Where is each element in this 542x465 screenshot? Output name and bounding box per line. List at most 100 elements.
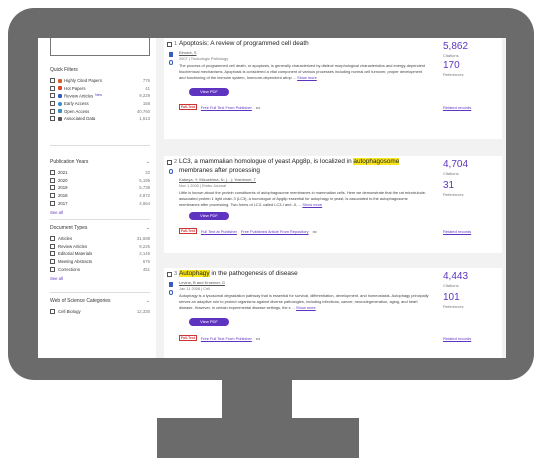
checkbox[interactable] <box>50 185 55 191</box>
view-pdf-button[interactable]: View PDF <box>189 88 229 96</box>
citations-count[interactable]: 4,704 <box>443 159 468 170</box>
checkbox[interactable] <box>50 177 55 183</box>
open-access-icon <box>169 290 173 295</box>
document-icon <box>58 93 62 98</box>
see-all-doc-types-link[interactable]: See all <box>50 276 150 284</box>
open-access-icon <box>169 60 173 65</box>
show-more-link[interactable]: Show more <box>296 305 316 310</box>
see-all-years-link[interactable]: See all <box>50 210 150 218</box>
document-types-section: Document Types ⌄ Articles 31,698 Review Ar… <box>50 219 150 284</box>
quick-filters-section: Quick Filters Highly Cited Papers 776 Hot… <box>50 67 150 123</box>
new-badge: New <box>95 93 102 98</box>
full-text-link[interactable]: Full Text at Publisher <box>201 229 237 234</box>
trophy-icon <box>58 78 62 83</box>
result-authors[interactable]: Elmore, S <box>179 50 197 55</box>
publication-years-header[interactable]: Publication Years ⌄ <box>50 159 150 169</box>
repository-link[interactable]: Free Published Article From Repository <box>241 229 309 234</box>
chevron-down-icon: ⌄ <box>145 225 150 231</box>
select-checkbox[interactable] <box>167 41 172 47</box>
document-types-header[interactable]: Document Types ⌄ <box>50 225 150 235</box>
full-text-link[interactable]: Free Full Text From Publisher <box>201 105 252 110</box>
checkbox[interactable] <box>50 93 55 99</box>
checkbox[interactable] <box>50 78 55 84</box>
search-within-input[interactable] <box>50 38 150 56</box>
result-index: 3 <box>167 271 177 277</box>
filter-year[interactable]: 2020 5,195 <box>50 177 150 185</box>
filter-year[interactable]: 2017 4,664 <box>50 199 150 207</box>
result-index: 1 <box>167 41 177 47</box>
filter-early-access[interactable]: Early Access 158 <box>50 100 150 108</box>
full-text-link[interactable]: Free Full Text From Publisher <box>201 336 252 341</box>
filter-associated-data[interactable]: Associated Data 1,513 <box>50 115 150 123</box>
chevron-down-icon: ⌄ <box>145 159 150 165</box>
select-checkbox[interactable] <box>167 271 172 277</box>
references-count[interactable]: 31 <box>443 180 454 191</box>
citations-count[interactable]: 4,443 <box>443 271 468 282</box>
filter-doc-type[interactable]: Review Articles 9,226 <box>50 243 150 251</box>
filter-category[interactable]: Cell Biology 12,330 <box>50 308 150 316</box>
view-pdf-button[interactable]: View PDF <box>189 318 229 326</box>
checkbox[interactable] <box>50 266 55 272</box>
checkbox[interactable] <box>50 101 55 107</box>
references-count[interactable]: 170 <box>443 60 460 71</box>
full-text-logo[interactable]: Full-Text <box>179 335 197 341</box>
filter-highly-cited[interactable]: Highly Cited Papers 776 <box>50 77 150 85</box>
monitor-stand-neck <box>222 380 292 418</box>
result-pubinfo: Nov 1 2000 | Embo Journal <box>179 183 227 188</box>
filter-year[interactable]: 2021 22 <box>50 169 150 177</box>
citations-label: Citations <box>443 53 459 58</box>
document-icon <box>169 282 173 287</box>
references-count[interactable]: 101 <box>443 292 460 303</box>
result-authors[interactable]: Kabeya, Y; Mizushima, N; (...); Yoshimor… <box>179 177 256 182</box>
related-records-link[interactable]: Related records <box>443 336 471 341</box>
open-access-icon <box>169 169 173 174</box>
checkbox[interactable] <box>50 116 55 122</box>
result-title[interactable]: Apoptosis: A review of programmed cell d… <box>179 40 427 49</box>
show-more-link[interactable]: Show more <box>302 202 322 207</box>
filter-review-articles[interactable]: Review Articles New 9,229 <box>50 92 150 100</box>
filter-doc-type[interactable]: Corrections 451 <box>50 265 150 273</box>
result-card: 1 Apoptosis: A review of programmed cell… <box>164 38 502 139</box>
result-abstract: Little is known about the protein consti… <box>179 190 427 207</box>
checkbox[interactable] <box>50 108 55 114</box>
show-more-link[interactable]: Show more <box>297 75 317 80</box>
full-text-links: Full-Text Free Full Text From Publisher … <box>179 335 260 341</box>
result-authors[interactable]: Levine, B and Kroemer, G <box>179 280 225 285</box>
full-text-logo[interactable]: Full-Text <box>179 104 197 110</box>
filter-sidebar: Quick Filters Highly Cited Papers 776 Hot… <box>38 38 156 358</box>
clock-icon <box>58 101 62 106</box>
checkbox[interactable] <box>50 170 55 176</box>
result-title[interactable]: LC3, a mammalian homologue of yeast Apg8… <box>179 158 427 175</box>
filter-doc-type[interactable]: Meeting Abstracts 676 <box>50 258 150 266</box>
related-records-link[interactable]: Related records <box>443 229 471 234</box>
filter-year[interactable]: 2018 4,872 <box>50 192 150 200</box>
wos-categories-header[interactable]: Web of Science Categories ⌄ <box>50 298 150 308</box>
result-pubinfo: 2007 | Toxicologic Pathology <box>179 56 229 61</box>
full-text-logo[interactable]: Full-Text <box>179 228 197 234</box>
ellipsis-icon[interactable]: ••• <box>313 229 317 234</box>
checkbox[interactable] <box>50 251 55 257</box>
view-pdf-button[interactable]: View PDF <box>189 212 229 220</box>
filter-doc-type[interactable]: Editorial Materials 2,145 <box>50 250 150 258</box>
checkbox[interactable] <box>50 243 55 249</box>
filter-doc-type[interactable]: Articles 31,698 <box>50 235 150 243</box>
filter-hot-papers[interactable]: Hot Papers 41 <box>50 85 150 93</box>
citations-count[interactable]: 5,862 <box>443 41 468 52</box>
ellipsis-icon[interactable]: ••• <box>256 105 260 110</box>
publication-years-section: Publication Years ⌄ 2021 22 2020 5,195 2019… <box>50 145 150 218</box>
filter-open-access[interactable]: Open Access 40,760 <box>50 107 150 115</box>
checkbox[interactable] <box>50 200 55 206</box>
checkbox[interactable] <box>50 259 55 265</box>
result-abstract: The process of programmed cell death, or… <box>179 63 426 80</box>
checkbox[interactable] <box>50 85 55 91</box>
result-title[interactable]: Autophagy in the pathogenesis of disease <box>179 270 427 279</box>
ellipsis-icon[interactable]: ••• <box>256 336 260 341</box>
result-card: 2 LC3, a mammalian homologue of yeast Ap… <box>164 156 502 253</box>
checkbox[interactable] <box>50 236 55 242</box>
related-records-link[interactable]: Related records <box>443 105 471 110</box>
database-icon <box>58 116 62 121</box>
checkbox[interactable] <box>50 193 55 199</box>
filter-year[interactable]: 2019 5,738 <box>50 184 150 192</box>
checkbox[interactable] <box>50 309 55 315</box>
select-checkbox[interactable] <box>167 159 172 165</box>
